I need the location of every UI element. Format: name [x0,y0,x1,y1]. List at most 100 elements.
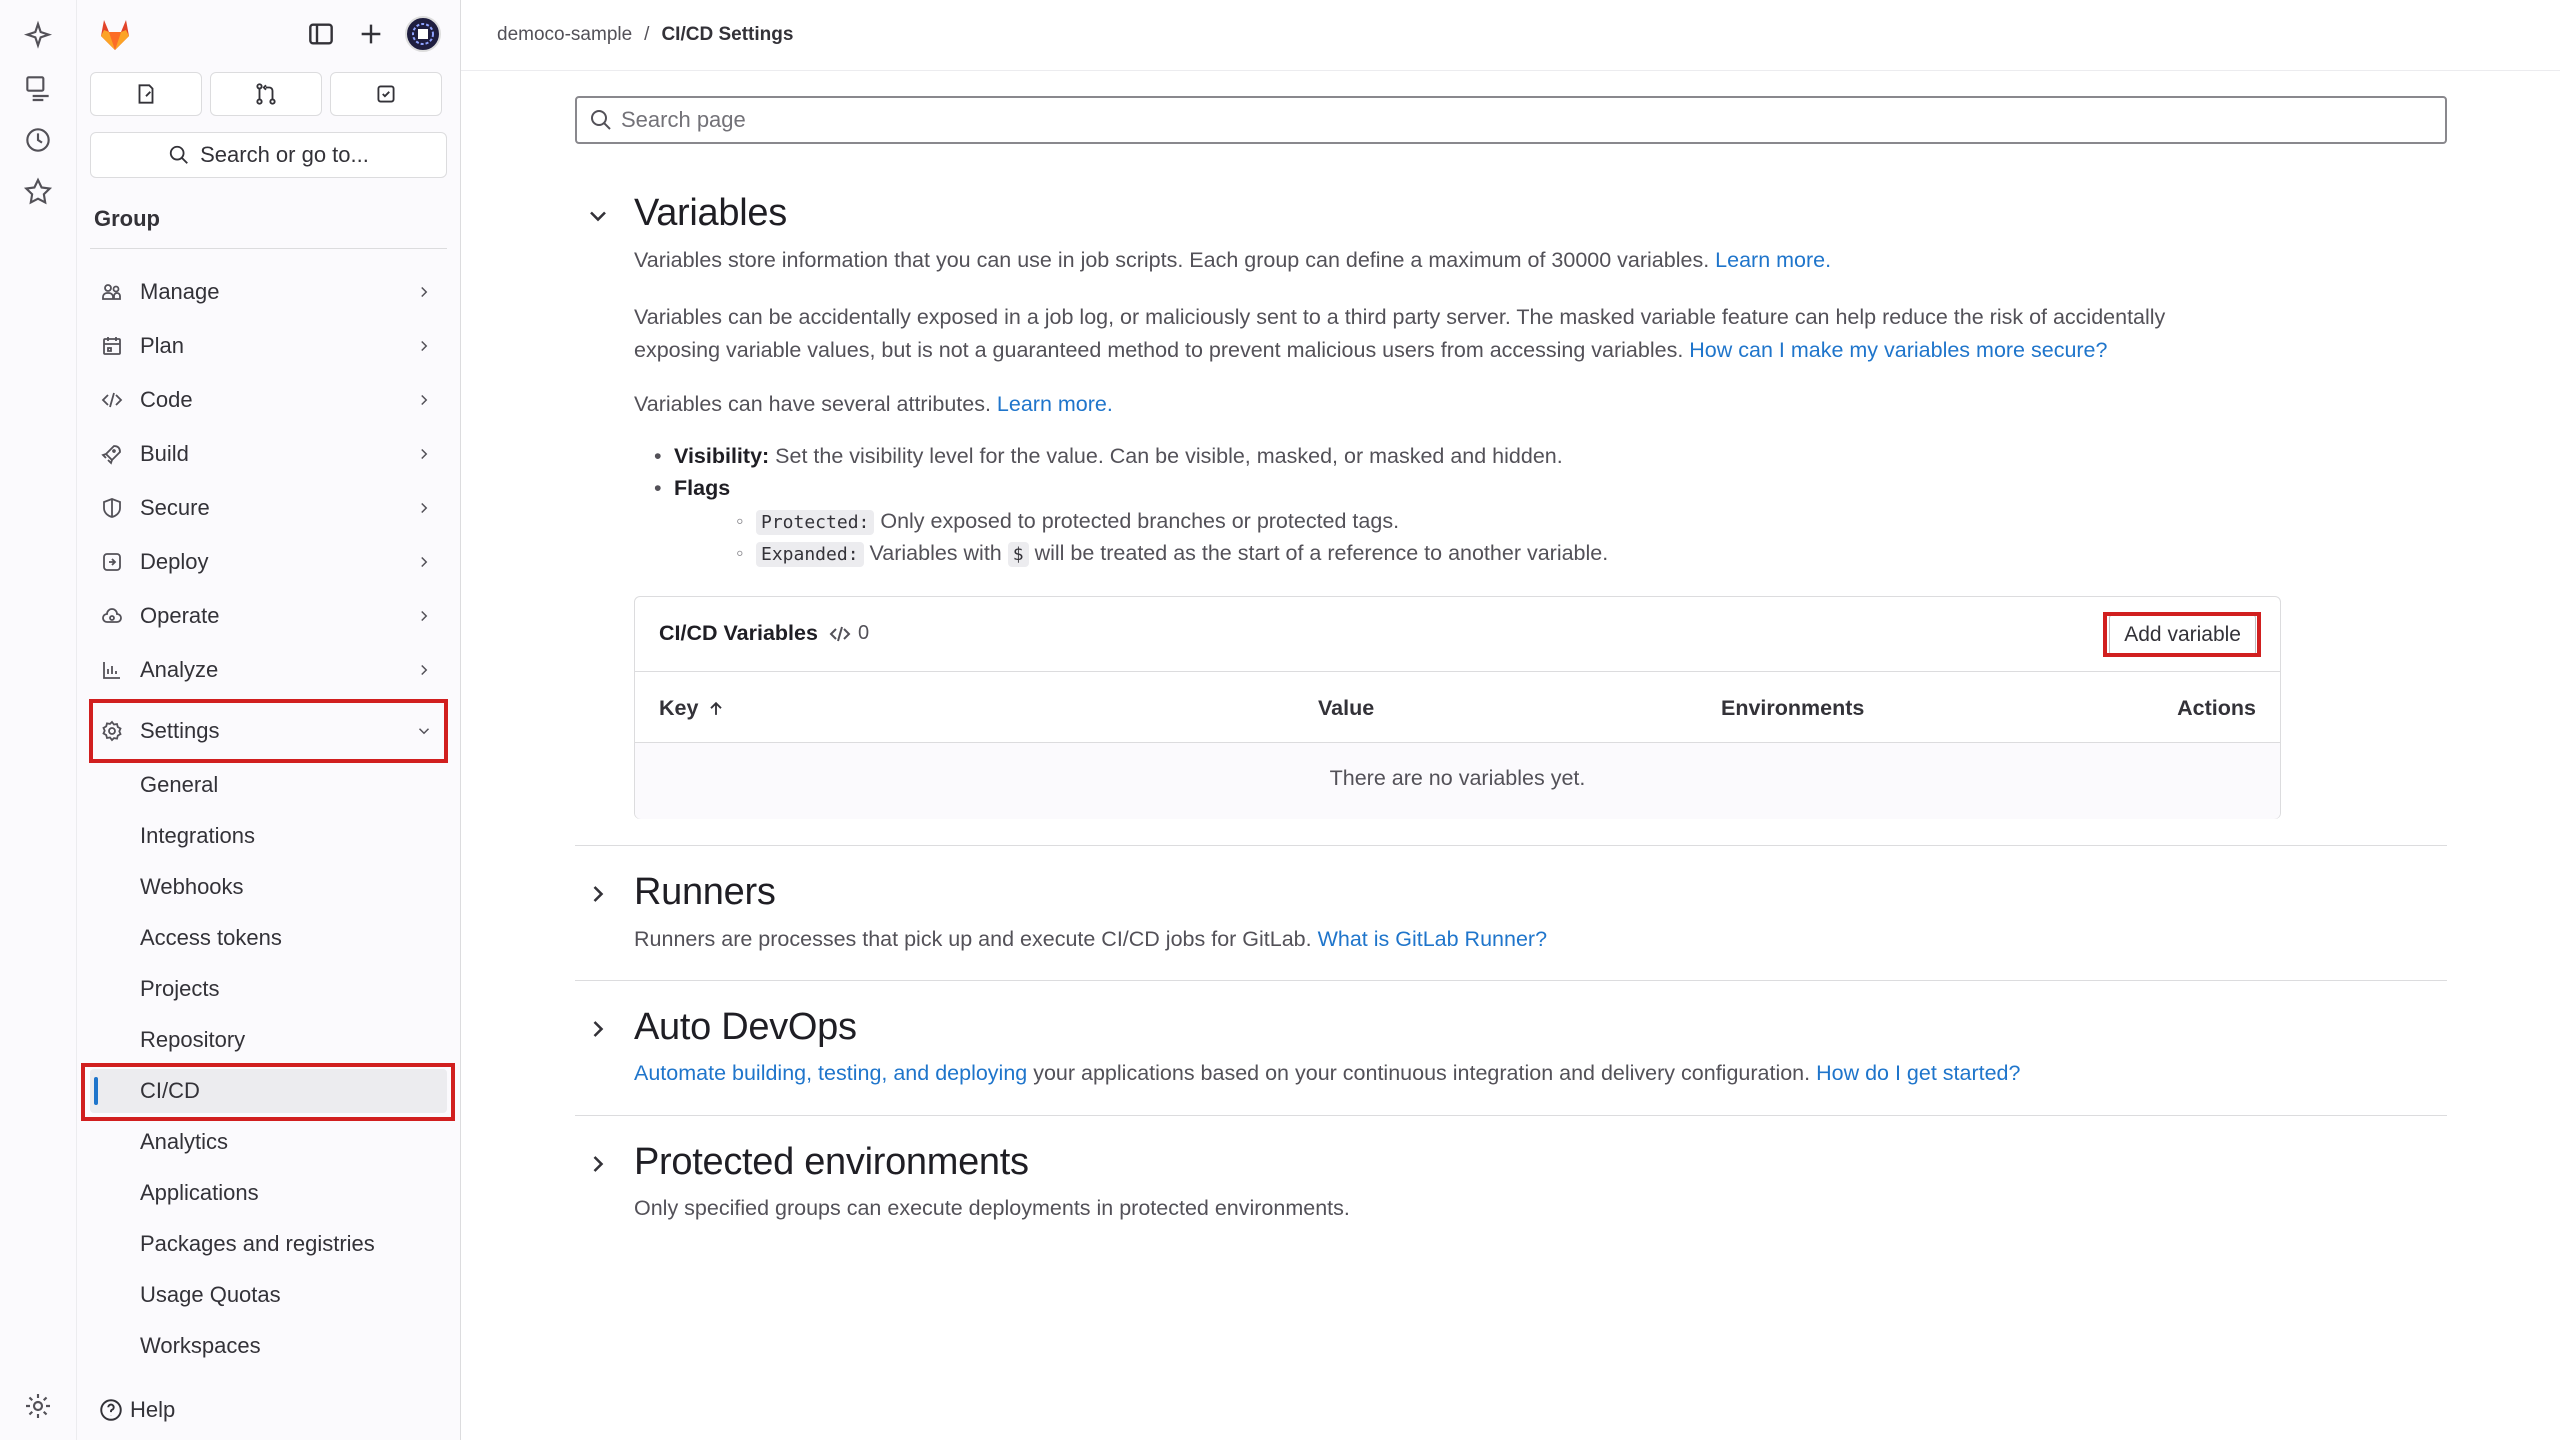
settings-item-access-tokens[interactable]: Access tokens [90,916,447,960]
variables-attributes: Variables can have several attributes. L… [634,388,2284,421]
search-page-input[interactable]: Search page [575,96,2447,144]
expanded-text-2: will be treated as the start of a refere… [1028,541,1609,565]
snippet-icon[interactable] [22,72,54,104]
breadcrumb-current[interactable]: CI/CD Settings [661,24,793,46]
nav-item-plan[interactable]: Plan [90,321,447,371]
settings-item-packages-and-registries[interactable]: Packages and registries [90,1222,447,1266]
sub-item-label: Usage Quotas [140,1282,281,1307]
user-avatar[interactable] [405,16,441,52]
search-or-go-button[interactable]: Search or go to... [90,132,447,178]
runners-expand-chevron-right-icon[interactable] [584,880,612,908]
settings-item-integrations[interactable]: Integrations [90,814,447,858]
create-new-icon[interactable] [355,18,387,50]
empty-state-row: There are no variables yet. [635,743,2280,819]
variables-count-value: 0 [857,622,870,644]
sub-item-label: Access tokens [140,925,282,950]
sub-item-label: Applications [140,1180,259,1205]
settings-item-general[interactable]: General [90,763,447,807]
search-or-go-label: Search or go to... [200,142,369,167]
what-is-runner-link[interactable]: What is GitLab Runner? [1318,927,1547,951]
autodevops-expand-chevron-right-icon[interactable] [584,1015,612,1043]
settings-item-cicd[interactable]: CI/CD [90,1069,447,1113]
variables-title[interactable]: Variables [634,192,787,235]
sub-item-label: Integrations [140,823,255,848]
variables-count: 0 [828,622,869,646]
left-rail [0,0,77,1440]
automate-link[interactable]: Automate building, testing, and deployin… [634,1061,1027,1085]
add-variable-button[interactable]: Add variable [2109,614,2256,656]
context-label: Group [94,206,160,231]
breadcrumb: democo-sample / CI/CD Settings [497,24,793,46]
settings-item-projects[interactable]: Projects [90,967,447,1011]
help-button[interactable]: Help [98,1394,175,1426]
search-icon [589,108,613,132]
nav-item-manage[interactable]: Manage [90,267,447,317]
runners-title[interactable]: Runners [634,871,776,914]
runners-text: Runners are processes that pick up and e… [634,927,1318,951]
settings-item-analytics[interactable]: Analytics [90,1120,447,1164]
settings-item-usage-quotas[interactable]: Usage Quotas [90,1273,447,1317]
chevron-right-icon [415,661,433,679]
section-divider [575,845,2447,846]
nav-item-build[interactable]: Build [90,429,447,479]
flags-label: Flags [674,476,731,500]
nav-label: Operate [140,603,220,628]
protected-flag-item: ◦ Protected: Only exposed to protected b… [736,509,1400,535]
code-icon [828,622,852,646]
empty-state-message: There are no variables yet. [1329,766,1586,790]
attributes-learn-more-link[interactable]: Learn more. [997,392,1113,416]
visibility-label: Visibility: [674,444,770,468]
gear-icon [100,719,124,743]
nav-label: Analyze [140,657,219,682]
protected-envs-description: Only specified groups can execute deploy… [634,1196,1350,1220]
deploy-icon [100,550,124,574]
settings-item-webhooks[interactable]: Webhooks [90,865,447,909]
nav-item-settings[interactable]: Settings [90,706,447,756]
protected-text: Only exposed to protected branches or pr… [874,509,1400,533]
top-bar: democo-sample / CI/CD Settings [461,0,2560,71]
column-value-header: Value [1318,696,1375,720]
settings-item-repository[interactable]: Repository [90,1018,447,1062]
star-icon[interactable] [22,176,54,208]
sidebar-toggle-icon[interactable] [305,18,337,50]
get-started-link[interactable]: How do I get started? [1816,1061,2020,1085]
breadcrumb-group-link[interactable]: democo-sample [497,24,632,46]
variables-secure-link[interactable]: How can I make my variables more secure? [1689,338,2107,362]
nav-label: Build [140,441,189,466]
chevron-right-icon [415,337,433,355]
nav-label: Code [140,387,193,412]
merge-requests-shortcut-button[interactable] [210,72,322,116]
help-label: Help [130,1397,176,1422]
nav-label: Secure [140,495,210,520]
history-icon[interactable] [22,124,54,156]
nav-item-deploy[interactable]: Deploy [90,537,447,587]
search-icon [168,144,190,166]
cicd-variables-card: CI/CD Variables 0 Add variable Key Value… [634,596,2281,819]
expanded-code: Expanded: [756,542,864,567]
protected-envs-title[interactable]: Protected environments [634,1141,1029,1184]
settings-gear-icon[interactable] [22,1390,54,1422]
autodevops-title[interactable]: Auto DevOps [634,1006,857,1049]
gitlab-logo-icon[interactable] [95,14,135,54]
settings-item-applications[interactable]: Applications [90,1171,447,1215]
variables-collapse-chevron-down-icon[interactable] [584,202,612,230]
card-title-text: CI/CD Variables [659,621,818,645]
settings-item-workspaces[interactable]: Workspaces [90,1324,447,1368]
protected-envs-expand-chevron-right-icon[interactable] [584,1150,612,1178]
sub-item-label: Webhooks [140,874,244,899]
dollar-code: $ [1007,542,1029,567]
column-key-header[interactable]: Key [659,696,726,721]
variables-description: Variables store information that you can… [634,244,2284,277]
duo-sparkle-icon[interactable] [22,20,54,52]
variables-warning-line1: Variables can be accidentally exposed in… [634,305,2166,329]
shield-icon [100,496,124,520]
nav-item-code[interactable]: Code [90,375,447,425]
nav-item-operate[interactable]: Operate [90,591,447,641]
autodevops-description: Automate building, testing, and deployin… [634,1057,2284,1090]
todos-shortcut-button[interactable] [330,72,442,116]
nav-item-analyze[interactable]: Analyze [90,645,447,695]
nav-label: Manage [140,279,220,304]
issues-shortcut-button[interactable] [90,72,202,116]
variables-learn-more-link[interactable]: Learn more. [1715,248,1831,272]
nav-item-secure[interactable]: Secure [90,483,447,533]
